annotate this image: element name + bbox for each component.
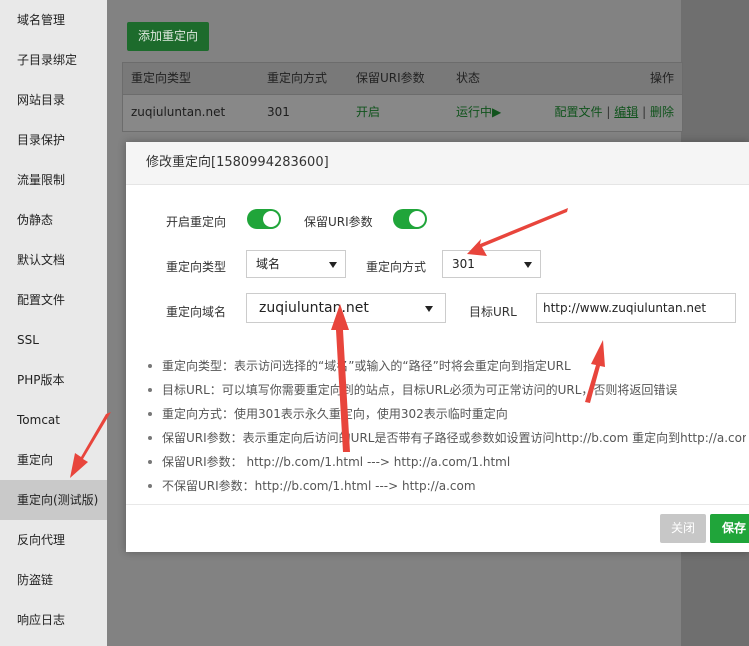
play-icon: ▶ bbox=[492, 105, 502, 119]
sidebar-item-php-version[interactable]: PHP版本 bbox=[0, 360, 107, 400]
dialog-header: 修改重定向[1580994283600] bbox=[126, 142, 749, 185]
redirect-type-select[interactable]: 域名 bbox=[246, 250, 346, 278]
redirect-type-label: 重定向类型 bbox=[166, 260, 227, 274]
help-list: 重定向类型：表示访问选择的“域名”或输入的“路径”时将会重定向到指定URL 目标… bbox=[146, 354, 746, 498]
redirect-domain-value: zuqiuluntan.net bbox=[259, 300, 369, 316]
redirect-method-label: 重定向方式 bbox=[366, 260, 427, 274]
help-item: 保留URI参数： http://b.com/1.html ---> http:/… bbox=[146, 450, 746, 474]
cell-actions: 配置文件 | 编辑 | 删除 bbox=[555, 97, 674, 128]
toggle-knob bbox=[263, 211, 279, 227]
save-button[interactable]: 保存 bbox=[710, 514, 749, 543]
help-item: 目标URL：可以填写你需要重定向到的站点，目标URL必须为可正常访问的URL，否… bbox=[146, 378, 746, 402]
sidebar-item-redirect-beta[interactable]: 重定向(测试版) bbox=[0, 480, 107, 520]
redirect-domain-select[interactable]: zuqiuluntan.net bbox=[246, 293, 446, 323]
sidebar-item-config-file[interactable]: 配置文件 bbox=[0, 280, 107, 320]
keep-uri-toggle[interactable] bbox=[393, 209, 427, 229]
help-item: 保留URI参数：表示重定向后访问的URL是否带有子路径或参数如设置访问http:… bbox=[146, 426, 746, 450]
help-item: 重定向方式：使用301表示永久重定向，使用302表示临时重定向 bbox=[146, 402, 746, 426]
edit-link[interactable]: 编辑 bbox=[614, 105, 638, 119]
redirect-method-select[interactable]: 301 bbox=[442, 250, 541, 278]
sidebar-item-rewrite[interactable]: 伪静态 bbox=[0, 200, 107, 240]
redirect-method-value: 301 bbox=[452, 257, 475, 271]
chevron-down-icon bbox=[425, 306, 433, 312]
dialog-title: 修改重定向[1580994283600] bbox=[146, 155, 329, 170]
header-status: 状态 bbox=[456, 71, 481, 85]
header-method: 重定向方式 bbox=[267, 71, 328, 85]
dialog-footer: 关闭 保存 bbox=[126, 504, 749, 553]
cell-method: 301 bbox=[267, 105, 290, 119]
enable-redirect-label: 开启重定向 bbox=[166, 215, 227, 229]
edit-redirect-dialog: 修改重定向[1580994283600] 开启重定向 保留URI参数 重定向类型… bbox=[126, 142, 749, 552]
help-item: 重定向类型：表示访问选择的“域名”或输入的“路径”时将会重定向到指定URL bbox=[146, 354, 746, 378]
cell-type: zuqiuluntan.net bbox=[131, 105, 226, 119]
chevron-down-icon bbox=[524, 262, 532, 268]
sidebar-item-traffic-limit[interactable]: 流量限制 bbox=[0, 160, 107, 200]
add-redirect-button[interactable]: 添加重定向 bbox=[127, 22, 209, 51]
sidebar-item-redirect[interactable]: 重定向 bbox=[0, 440, 107, 480]
redirect-table: 重定向类型 重定向方式 保留URI参数 状态 操作 zuqiuluntan.ne… bbox=[122, 62, 683, 132]
sidebar-item-subdir[interactable]: 子目录绑定 bbox=[0, 40, 107, 80]
sidebar-item-dir-protect[interactable]: 目录保护 bbox=[0, 120, 107, 160]
chevron-down-icon bbox=[329, 262, 337, 268]
config-file-link[interactable]: 配置文件 bbox=[555, 105, 603, 119]
sidebar-item-domain[interactable]: 域名管理 bbox=[0, 0, 107, 40]
target-url-input[interactable]: http://www.zuqiuluntan.net bbox=[536, 293, 736, 323]
toggle-knob bbox=[409, 211, 425, 227]
keep-uri-label: 保留URI参数 bbox=[304, 215, 373, 229]
cell-status[interactable]: 运行中▶ bbox=[456, 97, 501, 128]
redirect-type-value: 域名 bbox=[256, 257, 281, 271]
sidebar-item-reverse-proxy[interactable]: 反向代理 bbox=[0, 520, 107, 560]
header-type: 重定向类型 bbox=[131, 71, 192, 85]
sidebar-item-site-dir[interactable]: 网站目录 bbox=[0, 80, 107, 120]
separator: | bbox=[642, 105, 647, 119]
header-keep-uri: 保留URI参数 bbox=[356, 71, 425, 85]
help-item: 不保留URI参数：http://b.com/1.html ---> http:/… bbox=[146, 474, 746, 498]
delete-link[interactable]: 删除 bbox=[650, 105, 674, 119]
enable-redirect-toggle[interactable] bbox=[247, 209, 281, 229]
target-url-label: 目标URL bbox=[469, 305, 517, 319]
status-text: 运行中 bbox=[456, 105, 493, 119]
close-button[interactable]: 关闭 bbox=[660, 514, 706, 543]
sidebar-item-hotlink[interactable]: 防盗链 bbox=[0, 560, 107, 600]
header-actions: 操作 bbox=[649, 71, 674, 85]
cell-keep-uri: 开启 bbox=[356, 105, 381, 119]
sidebar-item-tomcat[interactable]: Tomcat bbox=[0, 400, 107, 440]
sidebar: 域名管理 子目录绑定 网站目录 目录保护 流量限制 伪静态 默认文档 配置文件 … bbox=[0, 0, 107, 646]
sidebar-item-ssl[interactable]: SSL bbox=[0, 320, 107, 360]
sidebar-item-default-doc[interactable]: 默认文档 bbox=[0, 240, 107, 280]
redirect-domain-label: 重定向域名 bbox=[166, 305, 227, 319]
separator: | bbox=[606, 105, 611, 119]
sidebar-item-response-log[interactable]: 响应日志 bbox=[0, 600, 107, 640]
